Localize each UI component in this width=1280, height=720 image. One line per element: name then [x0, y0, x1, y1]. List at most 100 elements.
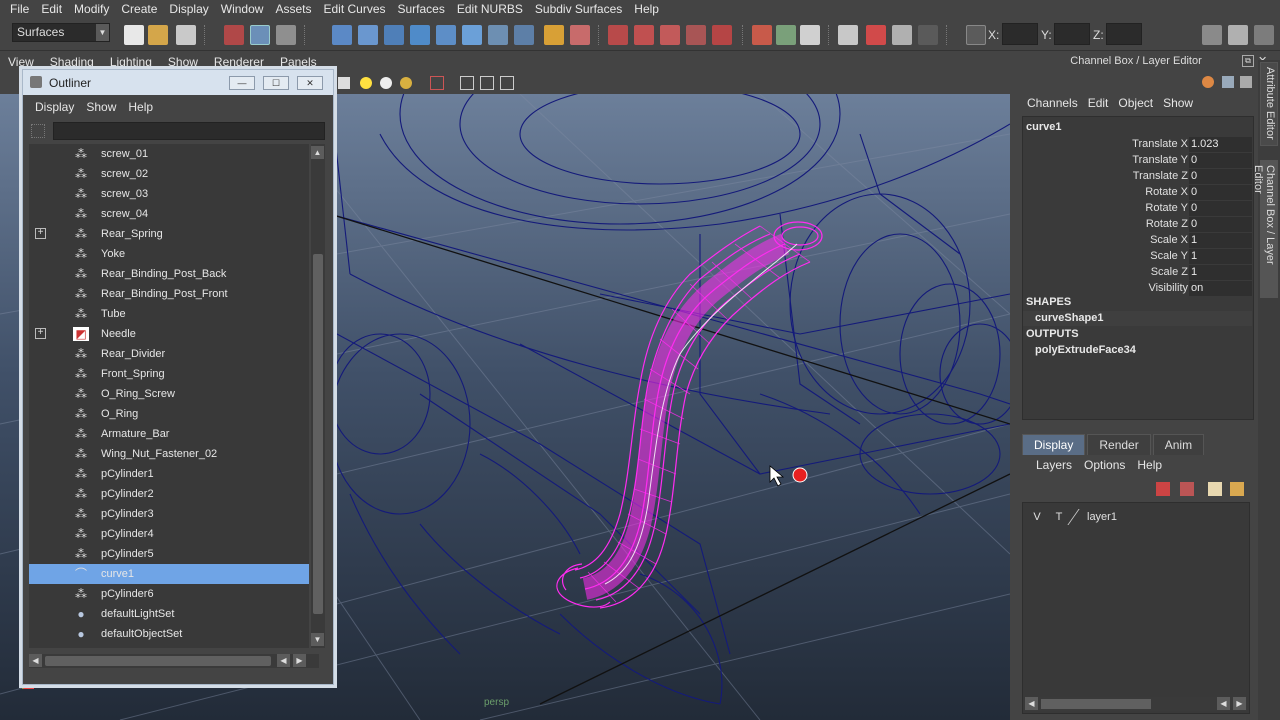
- menu-surfaces[interactable]: Surfaces: [392, 0, 451, 19]
- outliner-item[interactable]: ⁂ pCylinder1: [29, 464, 309, 484]
- render-current-frame-icon[interactable]: [838, 25, 858, 45]
- vertical-scrollbar[interactable]: ▲ ▼: [311, 144, 325, 648]
- select-object-icon[interactable]: [250, 25, 270, 45]
- xray-joints-icon[interactable]: [480, 76, 494, 90]
- y-field[interactable]: [1054, 23, 1090, 45]
- expand-icon[interactable]: +: [35, 328, 46, 339]
- channel-attribute-row[interactable]: Rotate Z0: [1023, 217, 1252, 233]
- x-field[interactable]: [1002, 23, 1038, 45]
- new-layer-from-selected-icon[interactable]: [1230, 482, 1244, 496]
- tab-channel-box[interactable]: Channel Box / Layer Editor: [1252, 160, 1278, 298]
- outliner-item[interactable]: ⁂ screw_03: [29, 184, 309, 204]
- outliner-item[interactable]: ⁂ screw_02: [29, 164, 309, 184]
- z-field[interactable]: [1106, 23, 1142, 45]
- close-icon[interactable]: ✕: [297, 76, 323, 90]
- scroll-left-icon[interactable]: ◀: [277, 654, 290, 667]
- layer-name[interactable]: layer1: [1087, 511, 1117, 523]
- isolate-select-icon[interactable]: [430, 76, 444, 90]
- visibility-toggle[interactable]: V: [1029, 509, 1045, 525]
- attribute-label[interactable]: Translate Y: [1132, 154, 1188, 166]
- select-surfaces-icon[interactable]: [410, 25, 430, 45]
- outliner-item[interactable]: ⁂ pCylinder2: [29, 484, 309, 504]
- render-settings-icon[interactable]: [892, 25, 912, 45]
- selected-object-name[interactable]: curve1: [1026, 121, 1061, 133]
- channel-attribute-row[interactable]: Rotate Y0: [1023, 201, 1252, 217]
- viewport-menu-renderer[interactable]: Renderer: [206, 55, 272, 69]
- snap-to-point-icon[interactable]: [660, 25, 680, 45]
- channel-attribute-row[interactable]: Translate Z0: [1023, 169, 1252, 185]
- attribute-value-field[interactable]: 0: [1189, 185, 1252, 200]
- layer-scroll-thumb[interactable]: [1041, 699, 1151, 709]
- channel-menu-object[interactable]: Object: [1113, 96, 1158, 110]
- scroll-up-icon[interactable]: ▲: [311, 146, 324, 159]
- snap-to-view-plane-icon[interactable]: [686, 25, 706, 45]
- save-scene-icon[interactable]: [176, 25, 196, 45]
- attribute-value-field[interactable]: 0: [1189, 169, 1252, 184]
- expand-icon[interactable]: +: [35, 228, 46, 239]
- outliner-item[interactable]: ⁂ screw_01: [29, 144, 309, 164]
- attribute-label[interactable]: Visibility: [1148, 282, 1188, 294]
- attribute-value-field[interactable]: 1: [1189, 249, 1252, 264]
- scroll-left-icon[interactable]: ◀: [1025, 697, 1038, 710]
- outliner-title-bar[interactable]: Outliner — ☐ ✕: [23, 70, 333, 95]
- attribute-label[interactable]: Translate Z: [1133, 170, 1188, 182]
- attribute-value-field[interactable]: 0: [1189, 153, 1252, 168]
- select-curves-icon[interactable]: [384, 25, 404, 45]
- menu-subdiv-surfaces[interactable]: Subdiv Surfaces: [529, 0, 628, 19]
- input-output-icon[interactable]: [752, 25, 772, 45]
- tab-display[interactable]: Display: [1022, 434, 1086, 455]
- viewport-menu-panels[interactable]: Panels: [272, 55, 325, 69]
- default-light-icon[interactable]: [360, 77, 372, 89]
- outliner-item[interactable]: ⁂ pCylinder6: [29, 584, 309, 604]
- menu-edit-nurbs[interactable]: Edit NURBS: [451, 0, 529, 19]
- channel-menu-show[interactable]: Show: [1158, 96, 1198, 110]
- scroll-right-icon[interactable]: ▶: [293, 654, 306, 667]
- sync-icon[interactable]: [1240, 76, 1252, 88]
- attribute-value-field[interactable]: 1: [1189, 265, 1252, 280]
- select-hierarchy-icon[interactable]: [224, 25, 244, 45]
- filter-icon[interactable]: [31, 124, 45, 138]
- channel-attribute-row[interactable]: Scale X1: [1023, 233, 1252, 249]
- select-deformations-icon[interactable]: [436, 25, 456, 45]
- channel-attribute-row[interactable]: Translate X 1.023: [1023, 137, 1252, 153]
- outliner-item[interactable]: + ⁂ Rear_Spring: [29, 224, 309, 244]
- layer-menu-options[interactable]: Options: [1078, 458, 1131, 472]
- outliner-item[interactable]: ⁂ screw_04: [29, 204, 309, 224]
- menu-edit[interactable]: Edit: [35, 0, 68, 19]
- outliner-item[interactable]: ⌒ curve1: [29, 564, 309, 584]
- scroll-thumb[interactable]: [313, 254, 323, 614]
- select-component-icon[interactable]: [276, 25, 296, 45]
- outliner-item[interactable]: ⁂ Rear_Binding_Post_Front: [29, 284, 309, 304]
- horizontal-scrollbar[interactable]: ◀ ◀ ▶: [29, 654, 319, 668]
- channel-attribute-row[interactable]: Scale Y1: [1023, 249, 1252, 265]
- outliner-item[interactable]: ⁂ pCylinder3: [29, 504, 309, 524]
- lock-selection-icon[interactable]: [544, 25, 564, 45]
- outliner-menu-display[interactable]: Display: [29, 100, 80, 114]
- layer-menu-help[interactable]: Help: [1131, 458, 1168, 472]
- attribute-value-field[interactable]: on: [1189, 281, 1252, 296]
- transform-mode-icon[interactable]: [966, 25, 986, 45]
- viewport-menu-lighting[interactable]: Lighting: [102, 55, 160, 69]
- menu-modify[interactable]: Modify: [68, 0, 115, 19]
- viewport-menu-shading[interactable]: Shading: [42, 55, 102, 69]
- show-tool-settings-icon[interactable]: [1228, 25, 1248, 45]
- new-scene-icon[interactable]: [124, 25, 144, 45]
- camera-attributes-icon[interactable]: [500, 76, 514, 90]
- outliner-item[interactable]: + ◩ Needle: [29, 324, 309, 344]
- attribute-value-field[interactable]: 0: [1189, 201, 1252, 216]
- snap-to-curve-icon[interactable]: [634, 25, 654, 45]
- shape-node[interactable]: curveShape1: [1023, 311, 1252, 326]
- ipr-render-icon[interactable]: [866, 25, 886, 45]
- outliner-menu-show[interactable]: Show: [80, 100, 122, 114]
- selected-lights-icon[interactable]: [400, 77, 412, 89]
- scroll-right-icon[interactable]: ▶: [1233, 697, 1246, 710]
- channel-attribute-row[interactable]: Translate Y0: [1023, 153, 1252, 169]
- float-panel-icon[interactable]: ⧉: [1242, 55, 1254, 67]
- outliner-item[interactable]: ⁂ Rear_Binding_Post_Back: [29, 264, 309, 284]
- outliner-menu-help[interactable]: Help: [122, 100, 159, 114]
- select-dynamics-icon[interactable]: [462, 25, 482, 45]
- channel-attribute-row[interactable]: Visibility on: [1023, 281, 1252, 297]
- outliner-item[interactable]: ⁂ Wing_Nut_Fastener_02: [29, 444, 309, 464]
- outliner-item[interactable]: ⁂ O_Ring_Screw: [29, 384, 309, 404]
- outliner-item[interactable]: ⁂ Tube: [29, 304, 309, 324]
